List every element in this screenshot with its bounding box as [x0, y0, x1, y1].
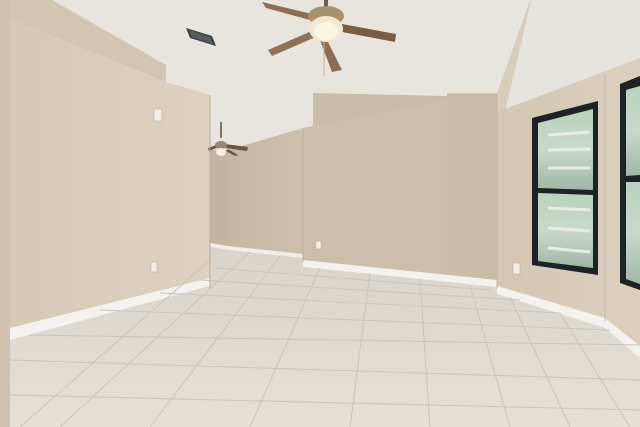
light-switch	[153, 108, 163, 122]
window-2	[620, 76, 640, 290]
back-wall-center	[303, 93, 497, 287]
window-1	[532, 101, 598, 275]
room-illustration	[0, 0, 640, 427]
wall-outlet	[150, 261, 158, 273]
wall-outlet	[512, 262, 521, 275]
empty-room-photo	[0, 0, 640, 427]
